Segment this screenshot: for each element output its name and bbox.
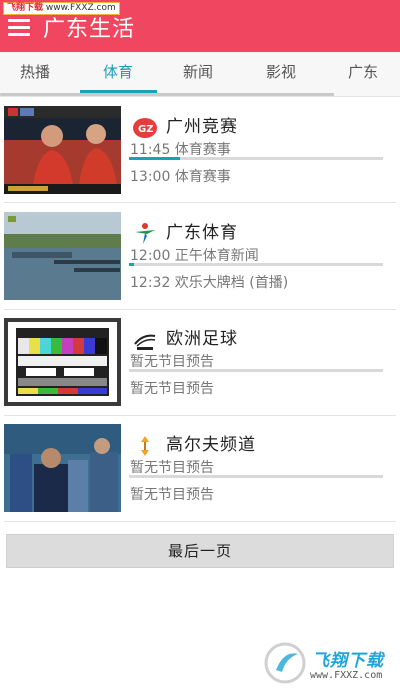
tab-news[interactable]: 新闻 xyxy=(163,52,233,92)
app-title: 广东生活 xyxy=(43,17,136,42)
watermark-logo-icon xyxy=(264,642,306,684)
current-program: 11:45 体育赛事 xyxy=(130,142,231,158)
watermark-brand: 飞翔下载 xyxy=(312,651,384,671)
tab-sports[interactable]: 体育 xyxy=(83,52,153,92)
program-progress-bar xyxy=(129,263,383,266)
tab-hot[interactable]: 热播 xyxy=(0,52,70,92)
channel-thumbnail xyxy=(4,318,121,406)
divider xyxy=(4,415,396,416)
tab-guangdong[interactable]: 广东 xyxy=(328,52,398,92)
watermark-url: www.FXXZ.com xyxy=(310,670,383,681)
channel-name: 广东体育 xyxy=(166,223,238,243)
divider xyxy=(4,521,396,522)
current-program: 12:00 正午体育新闻 xyxy=(130,248,259,264)
channel-name: 广州竞赛 xyxy=(166,117,238,137)
tab-movies[interactable]: 影视 xyxy=(246,52,316,92)
divider xyxy=(4,309,396,310)
channel-thumbnail xyxy=(4,212,121,300)
menu-icon[interactable] xyxy=(8,16,30,36)
app-bar: 飞翔下载 www.FXXZ.com 广东生活 xyxy=(0,0,400,52)
channel-thumbnail xyxy=(4,106,121,194)
last-page-button[interactable]: 最后一页 xyxy=(6,534,394,568)
euro-football-logo-icon xyxy=(133,328,157,352)
divider xyxy=(4,202,396,203)
watermark-bottom: 飞翔下载 www.FXXZ.com xyxy=(262,640,398,687)
category-tabs: 热播 体育 新闻 影视 广东 xyxy=(0,52,400,96)
next-program: 暂无节目预告 xyxy=(130,381,214,397)
channel-name: 高尔夫频道 xyxy=(166,435,256,455)
current-program: 暂无节目预告 xyxy=(130,460,214,476)
channel-name: 欧洲足球 xyxy=(166,329,238,349)
channel-row-gd-sports[interactable]: 广东体育 12:00 正午体育新闻 12:32 欢乐大牌档 (首播) xyxy=(0,212,400,318)
divider xyxy=(0,96,400,97)
program-progress-bar xyxy=(129,157,383,160)
current-program: 暂无节目预告 xyxy=(130,354,214,370)
watermark-brand: 飞翔下载 xyxy=(7,3,44,13)
next-program: 13:00 体育赛事 xyxy=(130,169,231,185)
program-progress-bar xyxy=(129,369,383,372)
guangdong-tv-logo-icon xyxy=(133,222,157,246)
channel-row-golf[interactable]: 高尔夫频道 暂无节目预告 暂无节目预告 xyxy=(0,424,400,530)
channel-row-euro-football[interactable]: 欧洲足球 暂无节目预告 暂无节目预告 xyxy=(0,318,400,424)
channel-thumbnail xyxy=(4,424,121,512)
program-progress-bar xyxy=(129,475,383,478)
gz-logo-icon: GZ xyxy=(133,116,157,140)
channel-row-gz-sports[interactable]: GZ 广州竞赛 11:45 体育赛事 13:00 体育赛事 xyxy=(0,106,400,212)
svg-text:GZ: GZ xyxy=(138,124,153,135)
next-program: 12:32 欢乐大牌档 (首播) xyxy=(130,275,289,291)
golf-logo-icon xyxy=(133,434,157,458)
next-program: 暂无节目预告 xyxy=(130,487,214,503)
